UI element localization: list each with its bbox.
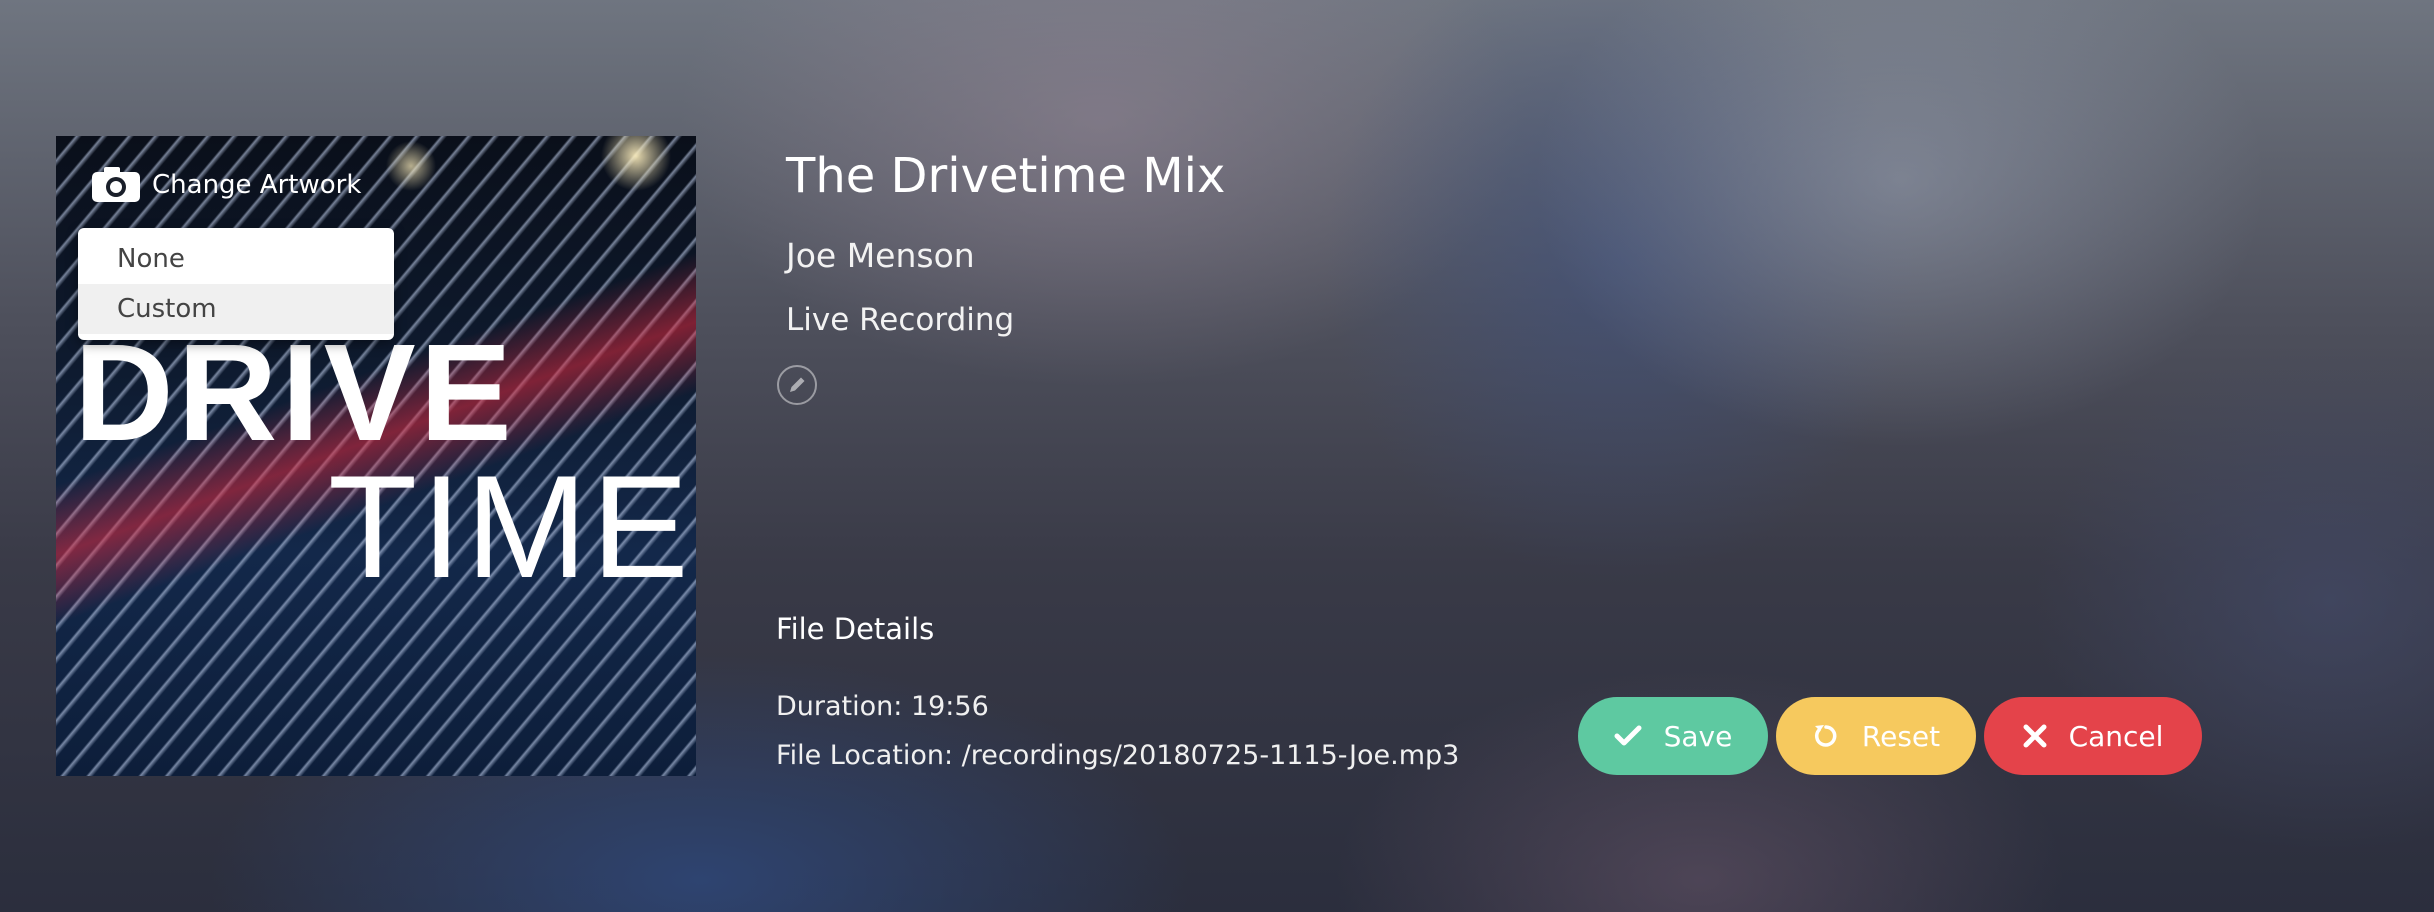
artwork-dropdown-menu: None Custom xyxy=(78,228,394,340)
reset-icon xyxy=(1814,725,1837,747)
file-location-text: File Location: /recordings/20180725-1115… xyxy=(776,740,1460,771)
artwork-text-time: TIME xyxy=(328,445,693,608)
track-artist: Joe Menson xyxy=(786,236,975,275)
reset-button[interactable]: Reset xyxy=(1776,697,1976,775)
duration-text: Duration: 19:56 xyxy=(776,691,989,722)
cancel-button[interactable]: Cancel xyxy=(1984,697,2202,775)
check-icon xyxy=(1614,725,1642,746)
track-title: The Drivetime Mix xyxy=(786,148,1226,204)
dropdown-option-none[interactable]: None xyxy=(78,234,394,284)
change-artwork-label: Change Artwork xyxy=(152,170,362,200)
pencil-icon xyxy=(790,377,805,392)
camera-icon xyxy=(92,167,140,202)
file-details-heading: File Details xyxy=(776,612,935,646)
cancel-label: Cancel xyxy=(2068,719,2164,753)
dropdown-option-custom[interactable]: Custom xyxy=(78,284,394,334)
save-button[interactable]: Save xyxy=(1578,697,1768,775)
edit-button[interactable] xyxy=(777,365,817,405)
change-artwork-button[interactable]: Change Artwork xyxy=(90,166,361,204)
reset-label: Reset xyxy=(1861,719,1941,753)
close-icon xyxy=(2023,724,2047,748)
artwork-image: DRIVE TIME Change Artwork None Custom xyxy=(56,136,696,776)
save-label: Save xyxy=(1663,719,1733,753)
artwork-text-drive: DRIVE xyxy=(74,316,516,470)
track-album: Live Recording xyxy=(786,302,1015,338)
